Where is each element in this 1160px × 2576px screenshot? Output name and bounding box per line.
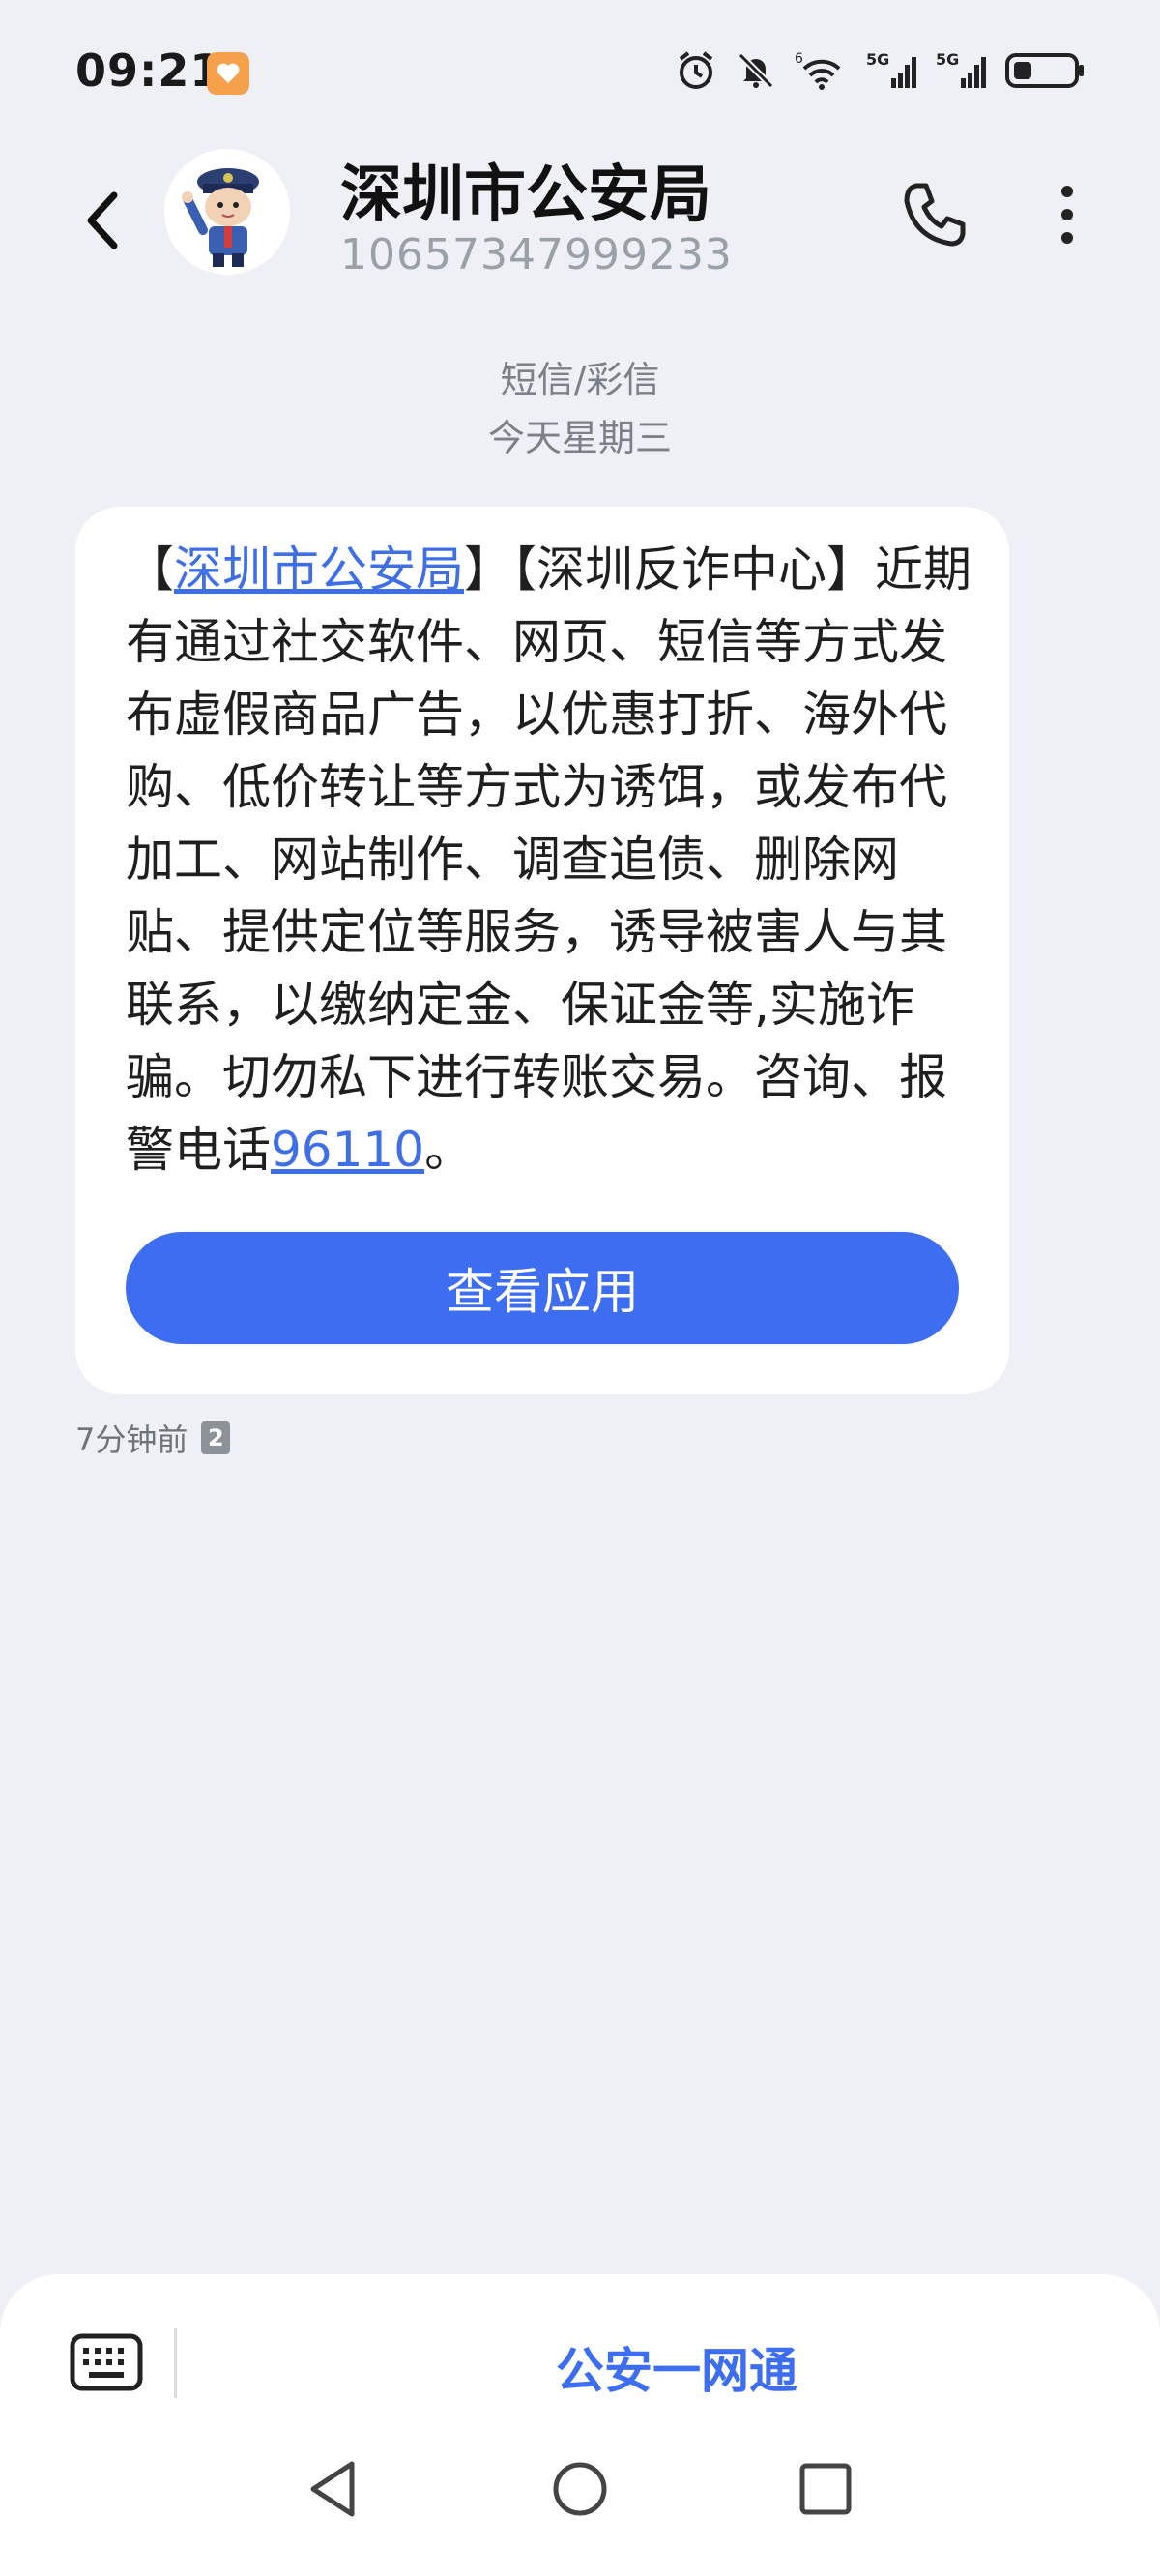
bottom-panel: 公安一网通	[0, 2274, 1160, 2576]
battery-icon	[1005, 49, 1085, 92]
contact-number: 10657347999233	[340, 230, 733, 279]
nav-home-icon[interactable]	[541, 2450, 619, 2528]
message-bracket: 【	[126, 542, 174, 598]
svg-text:6: 6	[795, 51, 803, 67]
svg-text:5G: 5G	[936, 50, 959, 69]
signal-5g-icon: 5G	[866, 49, 918, 92]
alarm-icon	[675, 49, 717, 92]
contact-avatar[interactable]	[164, 149, 290, 275]
conversation-header: 深圳市公安局 10657347999233	[0, 145, 1160, 309]
divider	[174, 2328, 177, 2398]
time-ago-label: 7分钟前	[75, 1421, 188, 1458]
phone-call-button[interactable]	[893, 174, 974, 255]
message-body: 】【深圳反诈中心】近期有通过社交软件、网页、短信等方式发布虚假商品广告，以优惠打…	[126, 542, 972, 1178]
wifi-icon: 6	[795, 49, 849, 92]
quick-action-link[interactable]: 公安一网通	[367, 2332, 986, 2402]
back-button[interactable]	[75, 182, 133, 259]
sender-link[interactable]: 深圳市公安局	[174, 542, 464, 598]
status-time: 09:21	[75, 44, 222, 97]
status-icons: 6 5G 5G	[675, 46, 1085, 95]
message-tail: 。	[424, 1122, 474, 1178]
view-app-button[interactable]: 查看应用	[126, 1232, 959, 1344]
contact-name: 深圳市公安局	[340, 160, 711, 231]
nav-back-icon[interactable]	[296, 2450, 373, 2528]
svg-text:5G: 5G	[866, 50, 889, 69]
mute-icon	[735, 49, 777, 92]
signal-5g-icon: 5G	[936, 49, 988, 92]
status-bar: 09:21 6 5G 5G	[0, 0, 1160, 145]
message-timestamp: 7分钟前 2	[75, 1416, 231, 1460]
keyboard-icon[interactable]	[70, 2330, 143, 2394]
sim-badge: 2	[201, 1421, 231, 1454]
channel-label: 短信/彩信	[500, 359, 660, 401]
nav-recent-apps-icon[interactable]	[787, 2450, 864, 2528]
message-text: 【深圳市公安局】【深圳反诈中心】近期有通过社交软件、网页、短信等方式发布虚假商品…	[126, 534, 976, 1186]
date-label: 今天星期三	[487, 417, 672, 459]
message-bubble[interactable]: 【深圳市公安局】【深圳反诈中心】近期有通过社交软件、网页、短信等方式发布虚假商品…	[75, 507, 1009, 1394]
more-options-button[interactable]	[1042, 174, 1092, 255]
app-notification-icon	[207, 52, 249, 95]
phone-number-link[interactable]: 96110	[271, 1122, 424, 1178]
